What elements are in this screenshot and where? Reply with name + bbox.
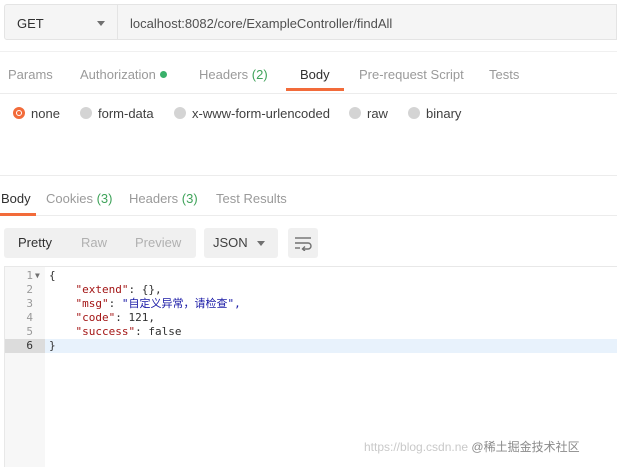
request-bar: GET localhost:8082/core/ExampleControlle… <box>0 0 617 52</box>
view-mode-toggle: Pretty Raw Preview <box>4 228 196 258</box>
url-text: localhost:8082/core/ExampleController/fi… <box>130 16 393 31</box>
code-line: 4 "code": 121, <box>5 311 617 325</box>
code-text: "code": 121, <box>75 311 156 324</box>
chevron-down-icon <box>97 21 105 26</box>
response-tab-headers-count: (3) <box>181 191 198 206</box>
radio-raw-label: raw <box>367 106 388 121</box>
code-text: "success": false <box>75 325 182 338</box>
radio-none-label: none <box>31 106 60 121</box>
tab-headers-label: Headers <box>199 67 249 82</box>
fold-arrow-icon[interactable]: ▼ <box>35 269 40 283</box>
code-text: "extend": {}, <box>75 283 162 296</box>
radio-binary-label: binary <box>426 106 462 121</box>
response-tab-headers[interactable]: Headers (3) <box>129 191 198 206</box>
tab-tests[interactable]: Tests <box>489 67 519 82</box>
watermark-site: @稀土掘金技术社区 <box>471 440 580 454</box>
line-number: 3 <box>26 297 33 310</box>
radio-icon <box>408 107 420 119</box>
chevron-down-icon <box>257 241 265 246</box>
line-number: 1 <box>26 269 33 282</box>
code-line: 2 "extend": {}, <box>5 283 617 297</box>
watermark: https://blog.csdn.ne @稀土掘金技术社区 <box>364 438 580 455</box>
response-tab-cookies-count: (3) <box>96 191 113 206</box>
response-tab-body-label: Body <box>1 191 31 206</box>
view-pretty-button[interactable]: Pretty <box>18 235 52 250</box>
tab-pre-request-script[interactable]: Pre-request Script <box>359 67 464 82</box>
line-number: 2 <box>26 283 33 296</box>
response-tab-cookies-label: Cookies <box>46 191 93 206</box>
response-tabs: Body Cookies (3) Headers (3) Test Result… <box>0 176 617 216</box>
tab-tests-label: Tests <box>489 67 520 82</box>
tab-authorization-label: Authorization <box>80 67 156 82</box>
tab-headers-count: (2) <box>251 67 268 82</box>
code-text: "msg": "自定义异常，请检查", <box>75 297 241 310</box>
radio-selected-icon <box>13 107 25 119</box>
active-tab-indicator <box>286 88 344 91</box>
line-number: 6 <box>5 339 45 353</box>
code-line: 3 "msg": "自定义异常，请检查", <box>5 297 617 311</box>
line-number: 4 <box>26 311 33 324</box>
response-body-editor[interactable]: 1 ▼ { 2 "extend": {}, 3 "msg": "自定义异常，请检… <box>4 266 617 467</box>
code-text: { <box>49 269 56 282</box>
view-preview-button[interactable]: Preview <box>135 235 181 250</box>
response-tab-headers-label: Headers <box>129 191 179 206</box>
tab-headers[interactable]: Headers (2) <box>199 67 268 82</box>
tab-params-label: Params <box>8 67 53 82</box>
response-tab-test-results-label: Test Results <box>216 191 287 206</box>
status-dot-icon <box>159 71 167 78</box>
response-active-tab-indicator <box>0 213 36 216</box>
radio-icon <box>174 107 186 119</box>
response-tab-cookies[interactable]: Cookies (3) <box>46 191 112 206</box>
code-text: } <box>49 339 56 352</box>
watermark-url: https://blog.csdn.ne <box>364 440 469 454</box>
tab-body-label: Body <box>300 67 330 82</box>
tab-pre-request-script-label: Pre-request Script <box>359 67 464 82</box>
line-number: 5 <box>26 325 33 338</box>
format-label: JSON <box>213 235 248 250</box>
body-type-radios: none form-data x-www-form-urlencoded raw… <box>0 94 617 134</box>
method-label: GET <box>17 16 44 31</box>
response-tab-test-results[interactable]: Test Results <box>216 191 287 206</box>
radio-form-data-label: form-data <box>98 106 154 121</box>
method-select[interactable]: GET <box>4 4 118 40</box>
code-line-current: 6 } <box>5 339 617 353</box>
wrap-lines-icon <box>295 237 312 251</box>
format-select[interactable]: JSON <box>204 228 278 258</box>
radio-urlencoded-label: x-www-form-urlencoded <box>192 106 330 121</box>
wrap-lines-button[interactable] <box>288 228 318 258</box>
url-input[interactable]: localhost:8082/core/ExampleController/fi… <box>118 4 617 40</box>
tab-params[interactable]: Params <box>8 67 53 82</box>
tab-authorization[interactable]: Authorization <box>80 67 167 82</box>
response-tab-body[interactable]: Body <box>1 191 31 206</box>
code-line: 1 ▼ { <box>5 269 617 283</box>
code-line: 5 "success": false <box>5 325 617 339</box>
radio-icon <box>349 107 361 119</box>
radio-icon <box>80 107 92 119</box>
view-raw-button[interactable]: Raw <box>81 235 107 250</box>
tab-body[interactable]: Body <box>300 67 330 82</box>
